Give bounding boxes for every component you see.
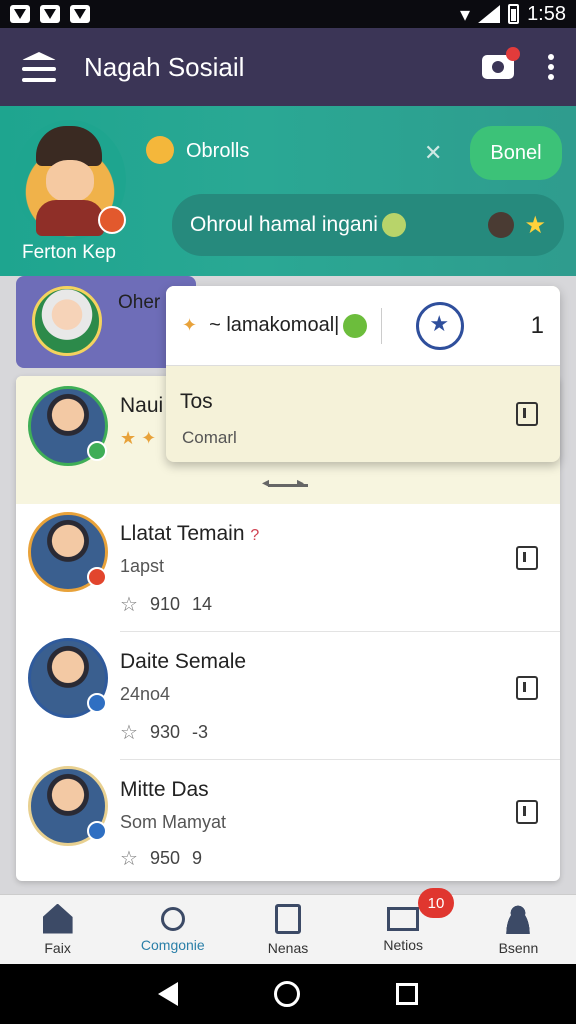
- online-dot: [87, 441, 107, 461]
- done-button[interactable]: Bonel: [470, 126, 562, 180]
- popup-title: Tos: [180, 390, 213, 413]
- home-icon: [42, 903, 73, 934]
- camera-icon[interactable]: [482, 47, 520, 79]
- bottom-nav: Faix Comgonie Nenas Netios Bsenn: [0, 894, 576, 964]
- calendar-icon[interactable]: [516, 402, 538, 426]
- avatar-badge: [98, 206, 126, 234]
- mini-avatar: [488, 212, 515, 238]
- star-icon[interactable]: ☆: [120, 592, 138, 617]
- system-nav: [0, 964, 576, 1024]
- contact-name: Naui: [120, 394, 164, 417]
- app-title: Nagah Sosiail: [84, 51, 245, 82]
- nav-search[interactable]: Comgonie: [115, 895, 230, 964]
- calendar-icon[interactable]: [516, 676, 538, 700]
- emoji-icon: [146, 136, 174, 164]
- status-text: Ohroul hamal ingani: [190, 213, 378, 236]
- avatar-face: [46, 160, 94, 202]
- compass-icon[interactable]: [416, 301, 465, 350]
- star-icon[interactable]: ★: [524, 211, 546, 240]
- status-dot: [87, 821, 107, 841]
- profile-name: Ferton Kep: [22, 242, 116, 263]
- battery-icon: [508, 4, 520, 24]
- contact-sub: 24no4: [120, 684, 171, 704]
- emoji-icon: [343, 313, 368, 338]
- contact-sub: ★ ✦: [120, 428, 157, 448]
- document-icon: [275, 903, 301, 934]
- contact-sub: Som Mamyat: [120, 812, 227, 832]
- person-icon: [503, 903, 534, 934]
- close-icon[interactable]: ✕: [424, 140, 442, 166]
- nav-label: Nenas: [267, 939, 309, 956]
- more-options-icon[interactable]: [548, 54, 554, 80]
- contact-label: Oher: [118, 292, 161, 313]
- profile-avatar[interactable]: [14, 120, 126, 240]
- list-item[interactable]: Mitte Das Som Mamyat ☆ 950 9: [16, 760, 560, 881]
- contact-sub: 1apst: [120, 556, 165, 576]
- clock: 1:58: [527, 2, 566, 25]
- nav-profile[interactable]: Bsenn: [461, 895, 576, 964]
- contact-name: Daite Semale: [120, 650, 247, 673]
- nav-home[interactable]: Faix: [0, 895, 115, 964]
- popup-card[interactable]: ✦ ~ lamakomoal| 1 Tos Comarl: [166, 286, 560, 462]
- contact-stats: ☆ 950 9: [120, 846, 202, 871]
- nav-label: Comgonie: [140, 936, 205, 953]
- menu-icon[interactable]: [22, 52, 56, 82]
- contact-name: Llatat Temain ?: [120, 522, 260, 545]
- status-dot: [87, 693, 107, 713]
- divider: [381, 307, 383, 344]
- status-bar: ▾ 1:58: [0, 0, 576, 28]
- calendar-icon[interactable]: [516, 800, 538, 824]
- nav-documents[interactable]: Nenas: [230, 895, 345, 964]
- wifi-icon: ▾: [460, 3, 471, 26]
- avatar: [32, 286, 102, 356]
- drag-handle[interactable]: [262, 474, 332, 491]
- contact-stats: ☆ 910 14: [120, 592, 213, 617]
- avatar: [28, 766, 108, 846]
- popup-subtitle: Comarl: [182, 428, 237, 447]
- popup-body: Tos Comarl: [166, 366, 560, 462]
- recents-icon[interactable]: [396, 983, 418, 1005]
- star-icon[interactable]: ☆: [120, 846, 138, 871]
- notification-icon: [10, 5, 30, 23]
- back-icon[interactable]: [158, 982, 178, 1006]
- home-button-icon[interactable]: [274, 981, 300, 1007]
- popup-header: ✦ ~ lamakomoal| 1: [166, 286, 560, 366]
- avatar: [28, 638, 108, 718]
- profile-hero: Ferton Kep Obrolls ✕ Bonel Ohroul hamal …: [0, 106, 576, 276]
- contact-stats: ☆ 930 -3: [120, 720, 208, 745]
- chat-label[interactable]: Obrolls: [186, 140, 249, 163]
- notification-badge: 10: [418, 888, 454, 918]
- nav-label: Netios: [383, 936, 424, 953]
- contact-name: Mitte Das: [120, 778, 209, 801]
- nav-label: Faix: [44, 939, 71, 956]
- calendar-icon[interactable]: [516, 546, 538, 570]
- name-mark: ?: [250, 527, 260, 544]
- nav-label: Bsenn: [498, 939, 539, 956]
- star-icon[interactable]: ☆: [120, 720, 138, 745]
- popup-label: ~ lamakomoal|: [209, 314, 340, 336]
- photo-notification-icon: [70, 5, 90, 23]
- emoji-icon: [381, 213, 406, 237]
- status-dot: [87, 567, 107, 587]
- avatar: [28, 512, 108, 592]
- avatar-body: [36, 200, 104, 236]
- avatar: [28, 386, 108, 466]
- list-item[interactable]: Llatat Temain ? 1apst ☆ 910 14: [16, 504, 560, 632]
- notification-icons: [10, 5, 90, 23]
- status-bubble[interactable]: Ohroul hamal ingani ★: [172, 194, 564, 256]
- search-icon: [160, 906, 185, 931]
- list-item[interactable]: Daite Semale 24no4 ☆ 930 -3: [16, 632, 560, 760]
- popup-count: 1: [530, 311, 544, 339]
- emoji-icon: ✦: [182, 315, 198, 335]
- mail-notification-icon: [40, 5, 60, 23]
- camera-badge: [506, 47, 520, 61]
- signal-icon: [478, 5, 501, 23]
- app-bar: Nagah Sosiail: [0, 28, 576, 106]
- mail-icon: [387, 906, 420, 931]
